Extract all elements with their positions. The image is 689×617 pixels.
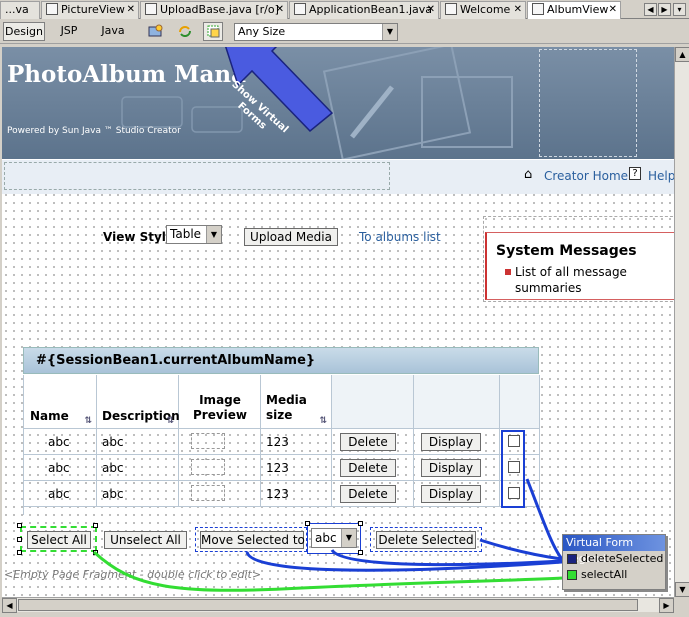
legend-swatch xyxy=(567,570,577,580)
close-icon[interactable]: ✕ xyxy=(609,2,617,18)
tab-truncated-java[interactable]: ...va xyxy=(0,1,40,19)
scroll-right-icon[interactable]: ▶ xyxy=(659,598,674,613)
close-icon[interactable]: ✕ xyxy=(427,2,435,18)
legend-swatch xyxy=(567,554,577,564)
tab-label: PictureView xyxy=(61,3,125,16)
java-file-icon xyxy=(145,3,157,15)
tab-welcome[interactable]: Welcome ✕ xyxy=(440,1,526,19)
legend-label: selectAll xyxy=(581,568,628,581)
page-size-select[interactable]: Any Size ▼ xyxy=(234,23,398,41)
tab-list-icon[interactable]: ▾ xyxy=(673,3,686,16)
tab-pictureview[interactable]: PictureView ✕ xyxy=(41,1,139,19)
scroll-tabs-left-icon[interactable]: ◀ xyxy=(644,3,657,16)
preview-icon[interactable] xyxy=(147,23,165,40)
legend-item: selectAll xyxy=(563,567,665,583)
refresh-icon[interactable] xyxy=(176,23,194,40)
chevron-down-icon: ▼ xyxy=(382,24,397,40)
scroll-up-icon[interactable]: ▲ xyxy=(675,47,689,62)
scroll-left-icon[interactable]: ◀ xyxy=(2,598,17,613)
scroll-tabs-right-icon[interactable]: ▶ xyxy=(658,3,671,16)
legend-label: deleteSelected xyxy=(581,552,664,565)
page-size-value: Any Size xyxy=(238,25,286,38)
tab-label: ApplicationBean1.java xyxy=(309,3,433,16)
vertical-scrollbar[interactable]: ▲ ▼ xyxy=(674,47,689,597)
virtual-form-legend[interactable]: Virtual Form Legend deleteSelected selec… xyxy=(562,534,666,590)
java-view-button[interactable]: Java xyxy=(92,22,134,41)
tab-label: AlbumView xyxy=(547,3,609,16)
design-canvas[interactable]: PhotoAlbum Mana Powered by Sun Java ™ St… xyxy=(2,47,674,597)
design-view-button[interactable]: Design xyxy=(3,22,45,41)
scroll-down-icon[interactable]: ▼ xyxy=(675,582,689,597)
scroll-thumb[interactable] xyxy=(18,599,638,611)
close-icon[interactable]: ✕ xyxy=(127,2,135,18)
tab-label: Welcome xyxy=(460,3,511,16)
editor-tab-bar: ...va PictureView ✕ UploadBase.java [r/o]… xyxy=(0,0,689,19)
welcome-icon xyxy=(445,3,457,15)
close-icon[interactable]: ✕ xyxy=(514,2,522,18)
tab-albumview[interactable]: AlbumView ✕ xyxy=(527,1,621,19)
tab-applicationbean1[interactable]: ApplicationBean1.java ✕ xyxy=(289,1,439,19)
show-virtual-forms-icon[interactable] xyxy=(203,22,223,41)
scroll-corner xyxy=(674,597,689,612)
tab-uploadbase[interactable]: UploadBase.java [r/o] ✕ xyxy=(140,1,288,19)
legend-title: Virtual Form Legend xyxy=(563,535,665,565)
jsp-view-button[interactable]: JSP xyxy=(50,22,88,41)
java-file-icon xyxy=(294,3,306,15)
legend-item: deleteSelected xyxy=(563,551,665,567)
close-icon[interactable]: ✕ xyxy=(276,2,284,18)
page-icon xyxy=(46,3,58,15)
page-icon xyxy=(532,3,544,15)
tab-label: UploadBase.java [r/o] xyxy=(160,3,279,16)
tab-label: ...va xyxy=(5,3,29,16)
horizontal-scrollbar[interactable]: ◀ ▶ xyxy=(2,597,674,613)
